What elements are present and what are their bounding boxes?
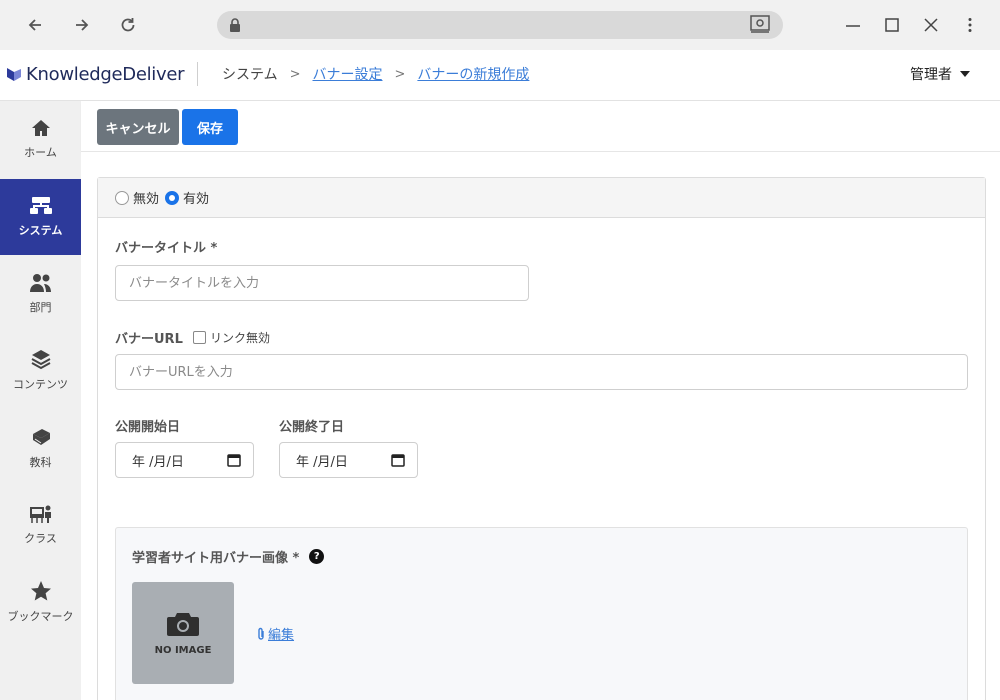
date-value: 年 /月/日 xyxy=(296,454,348,470)
edit-link-label: 編集 xyxy=(268,628,295,643)
system-icon xyxy=(29,197,52,214)
sidebar-item-department[interactable]: 部門 xyxy=(0,256,81,332)
sidebar-item-label: クラス xyxy=(24,532,57,545)
edit-image-link[interactable]: 編集 xyxy=(256,624,294,643)
sidebar-item-label: ホーム xyxy=(24,146,57,159)
status-radio-group: 無効 有効 xyxy=(98,178,985,218)
sidebar-item-subject[interactable]: 教科 xyxy=(0,410,81,486)
banner-image-panel: 学習者サイト用バナー画像 * ? NO IMAGE 編集 xyxy=(115,527,968,700)
sidebar-item-label: ブックマーク xyxy=(7,610,74,623)
banner-url-label: バナーURL xyxy=(115,332,183,347)
save-button[interactable]: 保存 xyxy=(182,109,238,145)
no-image-text: NO IMAGE xyxy=(154,644,212,656)
caret-down-icon xyxy=(960,71,970,77)
cancel-button[interactable]: キャンセル xyxy=(97,109,179,145)
breadcrumb-item-new-banner[interactable]: バナーの新規作成 xyxy=(417,64,529,84)
breadcrumb-item-system: システム xyxy=(222,67,278,83)
sidebar-item-home[interactable]: ホーム xyxy=(0,101,81,177)
lock-icon xyxy=(228,17,242,37)
publish-end-label: 公開終了日 xyxy=(279,420,345,435)
breadcrumb-item-banner-settings[interactable]: バナー設定 xyxy=(313,64,383,84)
user-menu[interactable]: 管理者 xyxy=(910,64,970,84)
sidebar-item-system[interactable]: システム xyxy=(0,179,81,255)
banner-title-input[interactable] xyxy=(115,265,529,301)
banner-image-label-text: 学習者サイト用バナー画像 * xyxy=(132,551,300,566)
radio-label: 有効 xyxy=(183,192,210,207)
kebab-menu-icon[interactable] xyxy=(958,13,982,37)
user-name: 管理者 xyxy=(910,67,952,83)
sidebar-item-bookmark[interactable]: ブックマーク xyxy=(0,564,81,640)
camera-icon xyxy=(167,612,199,636)
header-divider xyxy=(197,62,198,86)
sidebar-item-label: 部門 xyxy=(29,301,52,314)
forward-icon[interactable] xyxy=(70,13,94,37)
banner-image-label: 学習者サイト用バナー画像 * ? xyxy=(132,547,325,566)
back-icon[interactable] xyxy=(23,13,47,37)
breadcrumb-separator: > xyxy=(289,66,301,82)
sidebar-item-label: コンテンツ xyxy=(13,378,68,391)
classroom-icon xyxy=(29,505,51,523)
calendar-icon[interactable] xyxy=(391,453,405,467)
star-icon xyxy=(30,581,51,601)
radio-circle-selected xyxy=(165,190,180,205)
help-icon[interactable]: ? xyxy=(309,549,325,564)
browser-chrome xyxy=(0,0,1000,50)
banner-url-input[interactable] xyxy=(115,354,968,390)
checkbox-label: リンク無効 xyxy=(210,331,271,345)
logo[interactable]: KnowledgeDeliver xyxy=(6,62,185,86)
logo-text: KnowledgeDeliver xyxy=(26,63,185,85)
no-image-placeholder: NO IMAGE xyxy=(132,582,234,684)
radio-label: 無効 xyxy=(133,192,160,207)
logo-mark-icon xyxy=(7,68,21,81)
publish-end-date-input[interactable]: 年 /月/日 xyxy=(279,442,418,478)
sidebar-item-label: システム xyxy=(18,224,63,237)
publish-start-label: 公開開始日 xyxy=(115,420,181,435)
calendar-icon[interactable] xyxy=(227,453,241,467)
address-bar[interactable] xyxy=(217,11,783,39)
sidebar-item-class[interactable]: クラス xyxy=(0,487,81,563)
action-toolbar: キャンセル 保存 xyxy=(81,101,1000,152)
status-radio-enabled[interactable]: 有効 xyxy=(165,188,209,207)
maximize-icon[interactable] xyxy=(880,13,904,37)
layers-icon xyxy=(31,350,50,370)
app-header: KnowledgeDeliver システム > バナー設定 > バナーの新規作成… xyxy=(0,50,1000,101)
sidebar-item-label: 教科 xyxy=(29,456,52,469)
banner-title-label: バナータイトル * xyxy=(115,241,218,256)
users-icon xyxy=(29,274,51,292)
sidebar: ホーム システム 部門 コンテンツ 教科 クラス ブックマーク xyxy=(0,101,81,700)
date-value: 年 /月/日 xyxy=(132,454,184,470)
publish-start-date-input[interactable]: 年 /月/日 xyxy=(115,442,254,478)
breadcrumb: システム > バナー設定 > バナーの新規作成 xyxy=(222,64,529,84)
paperclip-icon xyxy=(258,627,264,640)
minimize-icon[interactable] xyxy=(841,13,865,37)
breadcrumb-separator: > xyxy=(394,66,406,82)
home-icon xyxy=(31,120,50,136)
radio-circle xyxy=(115,190,129,205)
checkbox-box xyxy=(193,331,206,344)
close-icon[interactable] xyxy=(919,13,943,37)
reload-icon[interactable] xyxy=(116,13,140,37)
status-radio-disabled[interactable]: 無効 xyxy=(115,188,159,207)
link-disabled-checkbox[interactable]: リンク無効 xyxy=(193,329,270,346)
sidebar-item-contents[interactable]: コンテンツ xyxy=(0,332,81,408)
reader-mode-icon[interactable] xyxy=(750,15,770,37)
book-icon xyxy=(32,429,50,445)
